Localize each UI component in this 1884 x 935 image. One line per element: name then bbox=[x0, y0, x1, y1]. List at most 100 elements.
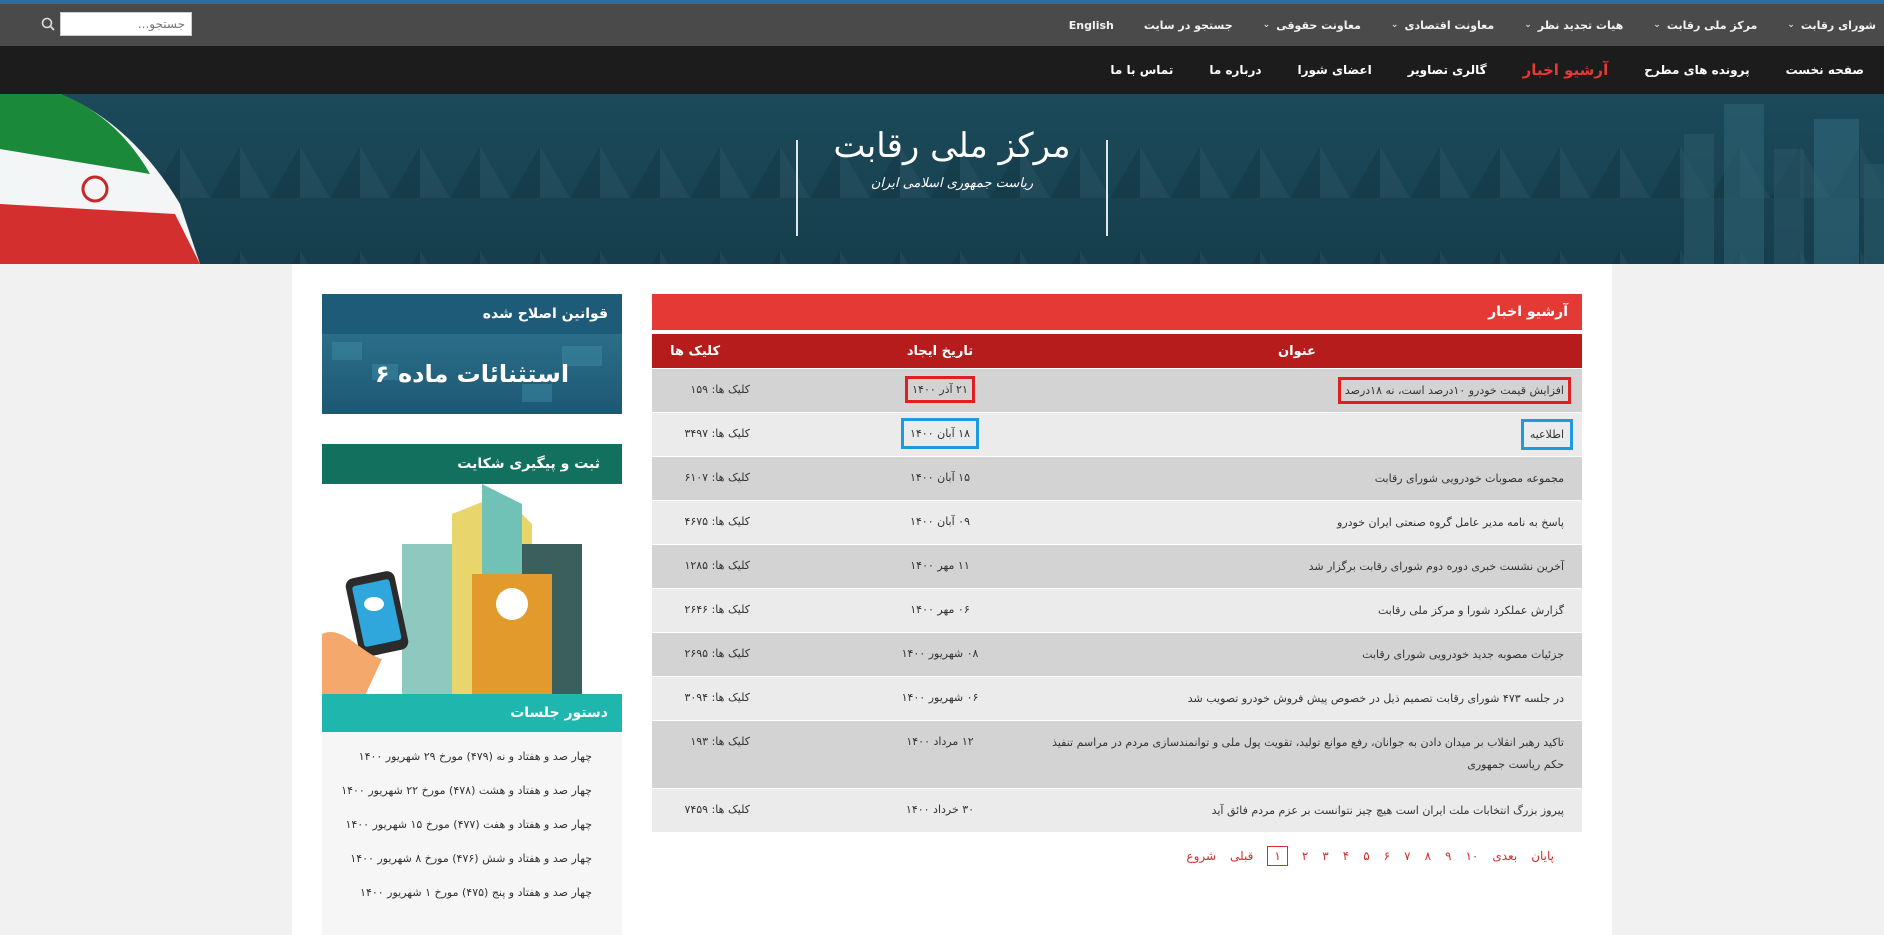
news-title-link[interactable]: جزئیات مصوبه جدید خودرویی شورای رقابت bbox=[1362, 648, 1564, 661]
table-row: تاکید رهبر انقلاب بر میدان دادن به جوانا… bbox=[652, 720, 1582, 788]
agenda-list: چهار صد و هفتاد و نه (۴۷۹) مورخ ۲۹ شهریو… bbox=[322, 732, 622, 935]
utility-menu-item[interactable]: معاونت حقوقی ⌄ bbox=[1263, 19, 1361, 32]
utility-menu-item[interactable]: هیات تجدید نظر ⌄ bbox=[1524, 19, 1623, 32]
pager-prev-button[interactable]: قبلی bbox=[1230, 849, 1253, 863]
utility-menu-item[interactable]: معاونت اقتصادی ⌄ bbox=[1391, 19, 1494, 32]
complaint-heading[interactable]: ثبت و پیگیری شکایت bbox=[322, 444, 622, 484]
building-phone-illustration bbox=[322, 484, 622, 702]
table-row: افزایش قیمت خودرو ۱۰درصد است، نه ۱۸درصد ۲… bbox=[652, 368, 1582, 412]
pagination: پایان بعدی ۱۰ ۹ ۸ ۷ ۶ ۵ ۴ ۳ ۲ ۱ قبلی شروع bbox=[652, 846, 1582, 866]
search-input[interactable] bbox=[60, 12, 192, 36]
news-clicks: کلیک ها: ۳۰۹۴ bbox=[684, 691, 750, 704]
news-date: ۰۶ مهر ۱۴۰۰ bbox=[910, 603, 970, 616]
nav-item[interactable]: صفحه نخست bbox=[1786, 63, 1864, 77]
utility-menu-label: معاونت حقوقی bbox=[1276, 18, 1361, 32]
news-archive: آرشیو اخبار عنوان تاریخ ایجاد کلیک ها اف… bbox=[652, 294, 1582, 866]
news-clicks: کلیک ها: ۳۴۹۷ bbox=[684, 427, 750, 440]
complaint-illustration[interactable] bbox=[322, 484, 622, 702]
news-date: ۰۸ شهریور ۱۴۰۰ bbox=[901, 647, 979, 660]
table-row: پیروز بزرگ انتخابات ملت ایران است هیچ چی… bbox=[652, 788, 1582, 832]
main-navigation: صفحه نخست پرونده های مطرح آرشیو اخبار گالری… bbox=[0, 46, 1884, 94]
table-row: پاسخ به نامه مدیر عامل گروه صنعتی ایران … bbox=[652, 500, 1582, 544]
news-clicks: کلیک ها: ۶۱۰۷ bbox=[684, 471, 750, 484]
news-title-link[interactable]: اطلاعیه bbox=[1520, 419, 1574, 450]
nav-item[interactable]: گالری تصاویر bbox=[1408, 63, 1487, 77]
utility-menu-label: English bbox=[1068, 18, 1114, 32]
table-header: عنوان تاریخ ایجاد کلیک ها bbox=[652, 334, 1582, 368]
nav-item[interactable]: تماس با ما bbox=[1110, 63, 1173, 77]
news-clicks: کلیک ها: ۴۶۷۵ bbox=[684, 515, 750, 528]
utility-menu-label: مرکز ملی رقابت bbox=[1666, 18, 1758, 32]
table-row: آخرین نشست خبری دوره دوم شورای رقابت برگ… bbox=[652, 544, 1582, 588]
utility-menu-item[interactable]: جستجو در سایت bbox=[1144, 19, 1233, 32]
news-date: ۰۹ آبان ۱۴۰۰ bbox=[909, 515, 970, 528]
search-icon[interactable] bbox=[36, 12, 60, 36]
city-skyline-image bbox=[1684, 104, 1884, 264]
amended-laws-heading[interactable]: قوانین اصلاح شده bbox=[322, 294, 622, 334]
utility-bar: شورای رقابت ⌄ مرکز ملی رقابت ⌄ هیات تجدید نظ… bbox=[0, 4, 1884, 46]
column-title: عنوان bbox=[1278, 343, 1316, 359]
agenda-item[interactable]: چهار صد و هفتاد و نه (۴۷۹) مورخ ۲۹ شهریو… bbox=[322, 740, 622, 774]
news-title-link[interactable]: آخرین نشست خبری دوره دوم شورای رقابت برگ… bbox=[1309, 560, 1564, 573]
pager-page-link[interactable]: ۷ bbox=[1404, 849, 1410, 863]
news-title-link[interactable]: پیروز بزرگ انتخابات ملت ایران است هیچ چی… bbox=[1212, 804, 1564, 817]
pager-page-link[interactable]: ۳ bbox=[1322, 849, 1328, 863]
agenda-box: دستور جلسات چهار صد و هفتاد و نه (۴۷۹) م… bbox=[322, 694, 622, 935]
nav-item[interactable]: اعضای شورا bbox=[1298, 63, 1372, 77]
utility-menu-item[interactable]: مرکز ملی رقابت ⌄ bbox=[1653, 19, 1757, 32]
site-title: مرکز ملی رقابت bbox=[833, 126, 1071, 166]
amended-laws-banner[interactable]: استثنائات ماده ۶ bbox=[322, 334, 622, 414]
agenda-item[interactable]: چهار صد و هفتاد و هفت (۴۷۷) مورخ ۱۵ شهری… bbox=[322, 808, 622, 842]
banner-title-block: مرکز ملی رقابت ریاست جمهوری اسلامی ایران bbox=[796, 126, 1108, 236]
news-date: ۱۲ مرداد ۱۴۰۰ bbox=[906, 735, 974, 748]
news-title-link[interactable]: افزایش قیمت خودرو ۱۰درصد است، نه ۱۸درصد bbox=[1337, 377, 1572, 404]
header-banner: مرکز ملی رقابت ریاست جمهوری اسلامی ایران bbox=[0, 94, 1884, 264]
table-row: مجموعه مصوبات خودرویی شورای رقابت ۱۵ آبان… bbox=[652, 456, 1582, 500]
news-clicks: کلیک ها: ۱۵۹ bbox=[690, 383, 750, 396]
news-date: ۱۸ آبان ۱۴۰۰ bbox=[900, 418, 980, 449]
agenda-item[interactable]: چهار صد و هفتاد و پنج (۴۷۵) مورخ ۱ شهریو… bbox=[322, 876, 622, 910]
pager-page-link[interactable]: ۱۰ bbox=[1465, 849, 1478, 863]
pager-page-link[interactable]: ۶ bbox=[1384, 849, 1390, 863]
news-title-link[interactable]: در جلسه ۴۷۳ شورای رقابت تصمیم ذیل در خصو… bbox=[1188, 692, 1564, 705]
news-clicks: کلیک ها: ۱۲۸۵ bbox=[684, 559, 750, 572]
chevron-down-icon: ⌄ bbox=[1653, 20, 1661, 30]
pager-page-link[interactable]: ۵ bbox=[1363, 849, 1369, 863]
pager-page-link[interactable]: ۹ bbox=[1445, 849, 1451, 863]
utility-menu-label: هیات تجدید نظر bbox=[1537, 18, 1624, 32]
utility-menu: شورای رقابت ⌄ مرکز ملی رقابت ⌄ هیات تجدید نظ… bbox=[1039, 19, 1876, 32]
utility-menu-item[interactable]: English bbox=[1069, 19, 1114, 32]
news-clicks: کلیک ها: ۱۹۳ bbox=[690, 735, 750, 748]
news-title-link[interactable]: پاسخ به نامه مدیر عامل گروه صنعتی ایران … bbox=[1337, 516, 1564, 529]
nav-item[interactable]: پرونده های مطرح bbox=[1644, 63, 1749, 77]
agenda-item[interactable]: چهار صد و هفتاد و هشت (۴۷۸) مورخ ۲۲ شهری… bbox=[322, 774, 622, 808]
pager-next-button[interactable]: بعدی bbox=[1492, 849, 1517, 863]
news-date: ۱۱ مهر ۱۴۰۰ bbox=[910, 559, 970, 572]
news-clicks: کلیک ها: ۲۶۹۵ bbox=[684, 647, 750, 660]
pager-first-button[interactable]: شروع bbox=[1186, 849, 1216, 863]
pager-page-link[interactable]: ۲ bbox=[1302, 849, 1308, 863]
pager-page-link[interactable]: ۸ bbox=[1425, 849, 1431, 863]
complaint-box: ثبت و پیگیری شکایت bbox=[322, 444, 622, 702]
news-title-link[interactable]: گزارش عملکرد شورا و مرکز ملی رقابت bbox=[1378, 604, 1564, 617]
pager-page-link[interactable]: ۴ bbox=[1343, 849, 1349, 863]
news-date: ۳۰ خرداد ۱۴۰۰ bbox=[905, 803, 975, 816]
nav-item[interactable]: درباره ما bbox=[1209, 63, 1261, 77]
column-clicks: کلیک ها bbox=[670, 343, 720, 359]
chevron-down-icon: ⌄ bbox=[1390, 20, 1399, 30]
pager-page-link[interactable]: ۱ bbox=[1267, 846, 1288, 866]
news-clicks: کلیک ها: ۲۶۴۶ bbox=[684, 603, 750, 616]
utility-menu-label: شورای رقابت bbox=[1800, 18, 1876, 32]
agenda-heading: دستور جلسات bbox=[322, 694, 622, 732]
news-title-link[interactable]: تاکید رهبر انقلاب بر میدان دادن به جوانا… bbox=[1052, 736, 1564, 771]
amended-laws-box: قوانین اصلاح شده استثنائات ماده ۶ bbox=[322, 294, 622, 414]
news-title-link[interactable]: مجموعه مصوبات خودرویی شورای رقابت bbox=[1375, 472, 1564, 485]
pager-last-button[interactable]: پایان bbox=[1531, 849, 1554, 863]
utility-menu-label: معاونت اقتصادی bbox=[1404, 18, 1495, 32]
news-date: ۰۶ شهریور ۱۴۰۰ bbox=[901, 691, 979, 704]
utility-menu-item[interactable]: شورای رقابت ⌄ bbox=[1787, 19, 1876, 32]
table-row: گزارش عملکرد شورا و مرکز ملی رقابت ۰۶ مهر… bbox=[652, 588, 1582, 632]
nav-item[interactable]: آرشیو اخبار bbox=[1523, 61, 1609, 79]
table-row: اطلاعیه ۱۸ آبان ۱۴۰۰ کلیک ها: ۳۴۹۷ bbox=[652, 412, 1582, 456]
agenda-item[interactable]: چهار صد و هفتاد و شش (۴۷۶) مورخ ۸ شهریور… bbox=[322, 842, 622, 876]
